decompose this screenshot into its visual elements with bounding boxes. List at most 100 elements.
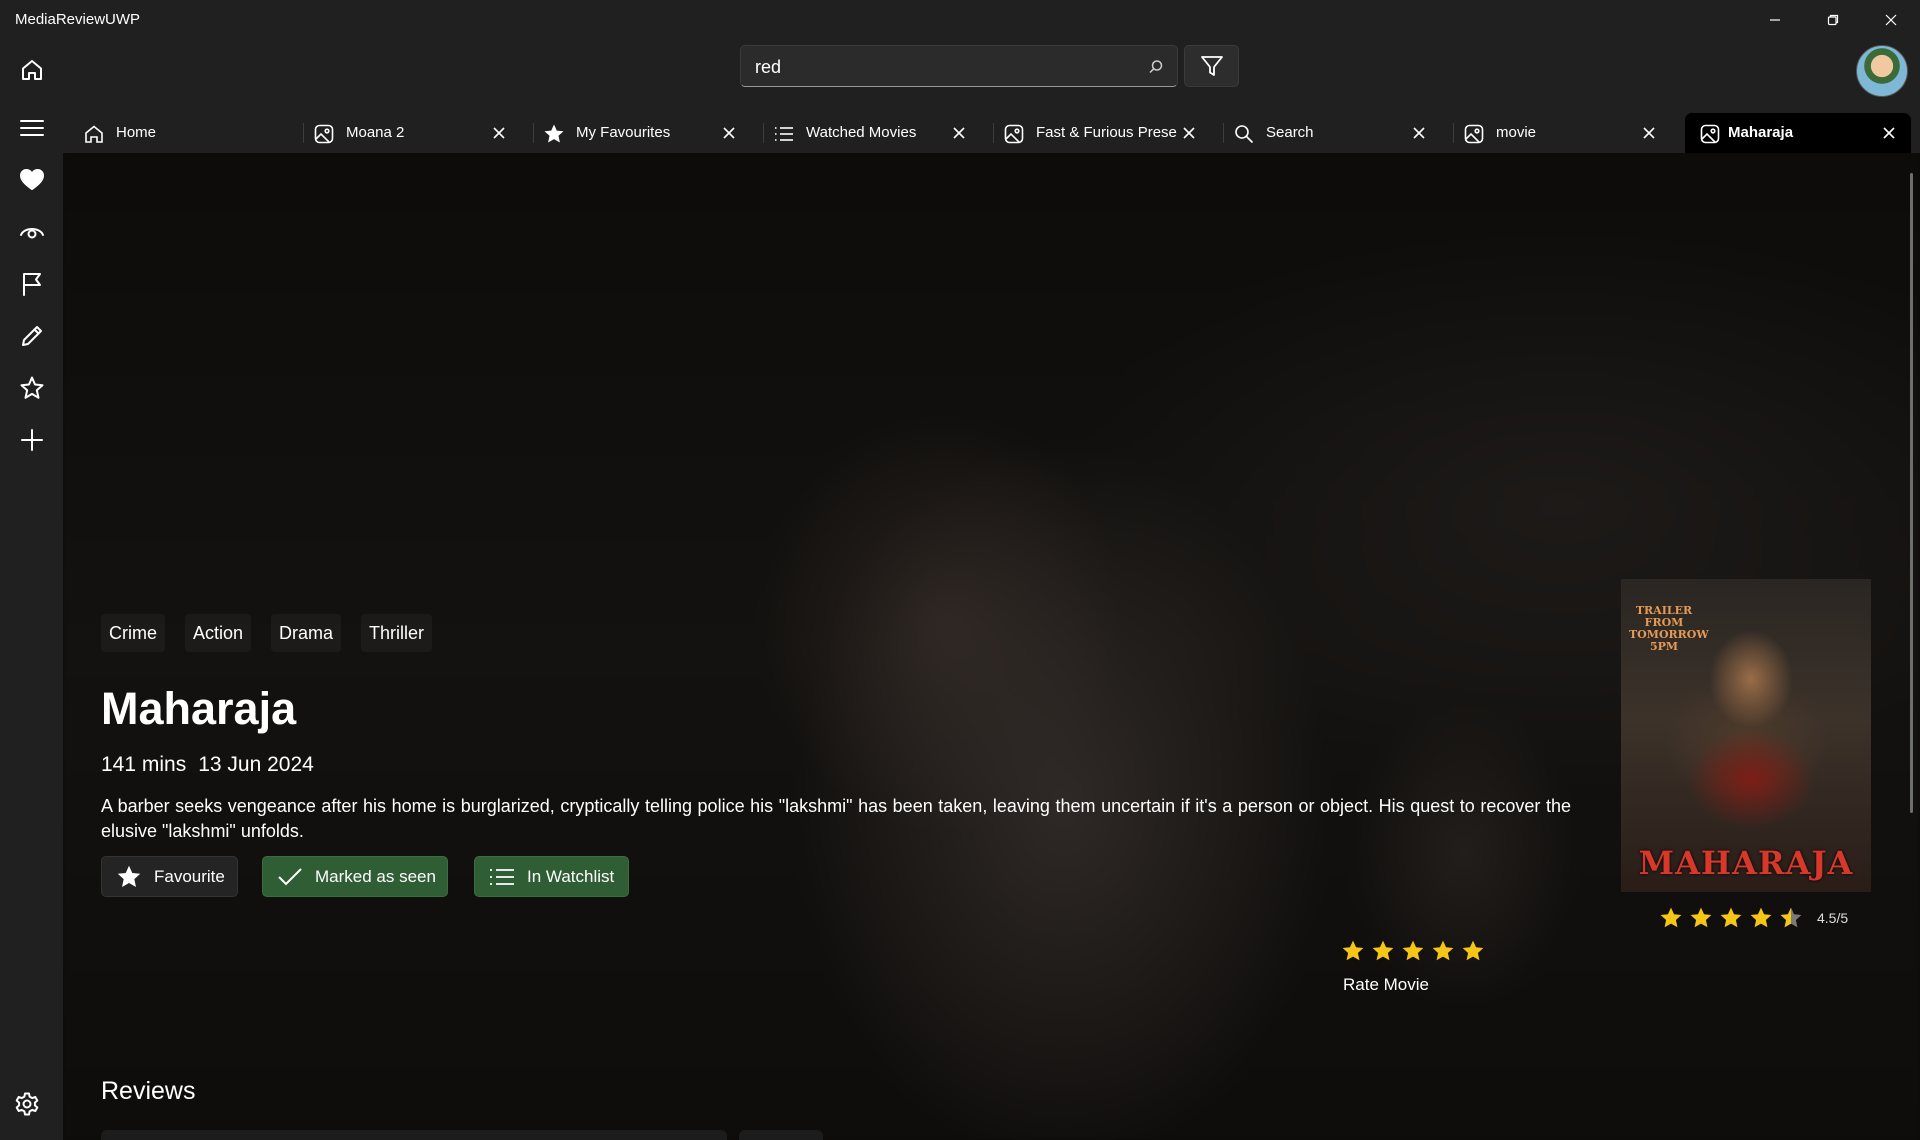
search-box[interactable] bbox=[740, 45, 1178, 87]
tab-maharaja[interactable]: Maharaja bbox=[1685, 113, 1911, 153]
close-icon bbox=[1413, 127, 1425, 139]
sidebar-item-watched[interactable] bbox=[0, 206, 63, 258]
home-icon bbox=[21, 60, 42, 80]
release-date: 13 Jun 2024 bbox=[198, 753, 314, 776]
movie-overview: A barber seeks vengeance after his home … bbox=[101, 796, 1571, 841]
tab-label: Home bbox=[116, 124, 157, 141]
eye-icon bbox=[19, 228, 44, 239]
title-bar: MediaReviewUWP bbox=[0, 0, 1920, 40]
star-filled-icon bbox=[1660, 907, 1682, 928]
poster-tagline: TRAILER FROM TOMORROW 5PM bbox=[1629, 604, 1709, 653]
rating-value: 4.5/5 bbox=[1817, 910, 1849, 926]
rate-movie-label: Rate Movie bbox=[1343, 975, 1429, 994]
tab-close-button[interactable] bbox=[491, 125, 507, 141]
minimize-icon bbox=[1770, 19, 1780, 21]
sidebar-item-favourites[interactable] bbox=[0, 154, 63, 206]
tab-close-button[interactable] bbox=[1411, 125, 1427, 141]
app-title: MediaReviewUWP bbox=[15, 11, 141, 28]
star-filled-icon bbox=[1690, 907, 1712, 928]
tab-fast-furious[interactable]: Fast & Furious Prese bbox=[983, 113, 1213, 153]
sidebar-item-add[interactable] bbox=[0, 414, 63, 466]
favourite-label: Favourite bbox=[154, 866, 225, 886]
tab-home[interactable]: Home bbox=[63, 113, 293, 153]
tab-label: movie bbox=[1496, 124, 1537, 141]
search-input[interactable] bbox=[755, 55, 1135, 79]
runtime: 141 mins bbox=[101, 753, 187, 776]
close-icon bbox=[953, 127, 965, 139]
star-filled-icon[interactable] bbox=[1431, 939, 1455, 963]
star-filled-icon bbox=[1720, 907, 1742, 928]
star-outline-icon bbox=[20, 376, 43, 399]
movie-title: Maharaja bbox=[101, 683, 297, 734]
star-icon bbox=[117, 865, 141, 887]
avatar[interactable] bbox=[1856, 45, 1908, 97]
plus-icon bbox=[20, 429, 43, 451]
review-card[interactable] bbox=[739, 1130, 823, 1140]
filter-icon bbox=[1200, 56, 1223, 76]
watchlist-button[interactable]: In Watchlist bbox=[474, 856, 629, 897]
tab-label: Fast & Furious Prese bbox=[1036, 124, 1177, 141]
review-card[interactable] bbox=[101, 1130, 727, 1140]
vertical-scrollbar[interactable] bbox=[1910, 173, 1913, 813]
tab-search[interactable]: Search bbox=[1213, 113, 1443, 153]
home-icon bbox=[83, 123, 105, 145]
seen-label: Marked as seen bbox=[315, 866, 436, 886]
star-filled-icon bbox=[1750, 907, 1772, 928]
close-icon bbox=[723, 127, 735, 139]
marked-as-seen-button[interactable]: Marked as seen bbox=[262, 856, 448, 897]
watchlist-label: In Watchlist bbox=[527, 866, 615, 886]
genre-tag[interactable]: Thriller bbox=[361, 614, 433, 652]
pencil-icon bbox=[21, 326, 42, 346]
list-icon bbox=[773, 123, 795, 145]
rate-movie-stars[interactable] bbox=[1341, 939, 1485, 963]
gear-icon bbox=[15, 1092, 38, 1116]
checkmark-icon bbox=[278, 867, 302, 885]
flag-icon bbox=[22, 273, 41, 296]
sidebar-item-ratings[interactable] bbox=[0, 362, 63, 414]
close-icon bbox=[1183, 127, 1195, 139]
filter-button[interactable] bbox=[1184, 45, 1239, 87]
star-filled-icon[interactable] bbox=[1371, 939, 1395, 963]
list-icon bbox=[490, 868, 514, 885]
star-filled-icon[interactable] bbox=[1461, 939, 1485, 963]
tab-label: Moana 2 bbox=[346, 124, 405, 141]
genre-tag[interactable]: Crime bbox=[101, 614, 165, 652]
reviews-heading: Reviews bbox=[101, 1077, 196, 1105]
genre-tag[interactable]: Action bbox=[185, 614, 252, 652]
image-icon bbox=[313, 123, 335, 145]
tab-close-button[interactable] bbox=[1881, 125, 1897, 141]
movie-poster: TRAILER FROM TOMORROW 5PM MAHARAJA bbox=[1621, 579, 1871, 892]
tab-watched-movies[interactable]: Watched Movies bbox=[753, 113, 983, 153]
genre-list: Crime Action Drama Thriller bbox=[101, 614, 433, 652]
app-window: MediaReviewUWP red Home Moana 2 My Favou… bbox=[0, 0, 1920, 1140]
movie-meta: 141 mins 13 Jun 2024 bbox=[101, 753, 314, 777]
sidebar-item-reviews[interactable] bbox=[0, 310, 63, 362]
search-icon bbox=[1233, 123, 1255, 145]
tab-close-button[interactable] bbox=[1641, 125, 1657, 141]
star-filled-icon[interactable] bbox=[1401, 939, 1425, 963]
sidebar-item-menu[interactable] bbox=[0, 102, 63, 154]
tab-close-button[interactable] bbox=[951, 125, 967, 141]
tab-close-button[interactable] bbox=[1181, 125, 1197, 141]
restore-icon bbox=[1827, 14, 1839, 26]
tab-label: Watched Movies bbox=[806, 124, 917, 141]
genre-tag[interactable]: Drama bbox=[271, 614, 342, 652]
poster-title: MAHARAJA bbox=[1638, 844, 1854, 882]
star-filled-icon[interactable] bbox=[1341, 939, 1365, 963]
search-icon[interactable] bbox=[1147, 58, 1165, 76]
tab-moana-2[interactable]: Moana 2 bbox=[293, 113, 523, 153]
tab-label: Search bbox=[1266, 124, 1314, 141]
close-icon bbox=[1885, 14, 1897, 26]
tab-close-button[interactable] bbox=[721, 125, 737, 141]
minimize-button[interactable] bbox=[1752, 0, 1798, 40]
favourite-button[interactable]: Favourite bbox=[101, 856, 238, 897]
sidebar-item-home[interactable] bbox=[0, 44, 63, 96]
close-window-button[interactable] bbox=[1868, 0, 1914, 40]
settings-button[interactable] bbox=[0, 1078, 58, 1130]
sidebar-item-watchlist[interactable] bbox=[0, 258, 63, 310]
hamburger-menu-icon bbox=[19, 120, 44, 136]
image-icon bbox=[1699, 123, 1721, 145]
tab-my-favourites[interactable]: My Favourites bbox=[523, 113, 753, 153]
restore-button[interactable] bbox=[1810, 0, 1856, 40]
tab-movie[interactable]: movie bbox=[1443, 113, 1673, 153]
